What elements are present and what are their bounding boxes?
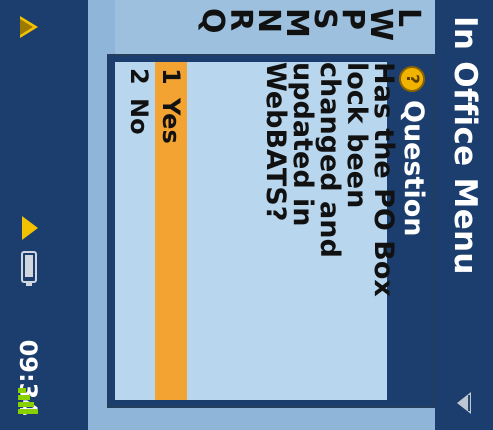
alert-icon	[20, 16, 38, 38]
status-bar: 09:34	[0, 0, 88, 430]
title-bar: In Office Menu	[435, 0, 493, 430]
device-screen: In Office Menu L W P S M N R Q ? Questio…	[0, 0, 493, 430]
question-dialog: ? Question Has the PO Box lock been chan…	[107, 54, 435, 408]
question-mark-icon: ?	[399, 66, 425, 92]
option-no[interactable]: 2 No	[123, 62, 155, 400]
index-letter[interactable]: Q	[195, 8, 230, 34]
dialog-body: Has the PO Box lock been changed and upd…	[115, 62, 399, 400]
option-number: 2	[125, 68, 153, 85]
option-yes[interactable]: 1 Yes	[155, 62, 187, 400]
question-text: Has the PO Box lock been changed and upd…	[260, 62, 399, 297]
option-label: Yes	[157, 98, 185, 144]
signal-icon	[18, 388, 38, 414]
menu-icon	[457, 392, 471, 414]
dialog-title: Question	[398, 100, 429, 237]
option-number: 1	[157, 68, 185, 85]
status-icons	[18, 212, 42, 332]
option-label: No	[125, 98, 153, 135]
dialog-header: ? Question	[393, 56, 433, 406]
page-title: In Office Menu	[447, 16, 483, 275]
